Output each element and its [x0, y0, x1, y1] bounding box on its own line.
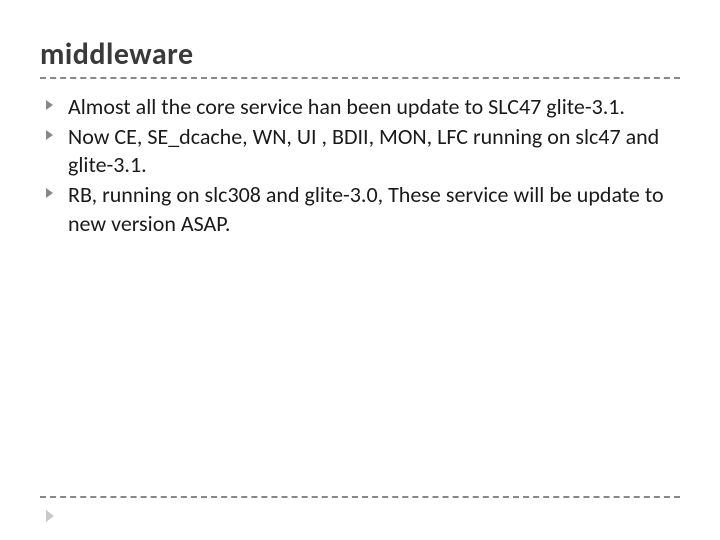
bullet-icon — [46, 188, 53, 198]
bullet-list: Almost all the core service han been upd… — [40, 93, 680, 238]
slide-title: middleware — [40, 36, 680, 73]
list-item: Almost all the core service han been upd… — [46, 93, 680, 121]
footer-divider — [40, 496, 680, 498]
bullet-text: RB, running on slc308 and glite-3.0, The… — [68, 181, 664, 236]
footer-bullet-icon — [46, 510, 54, 522]
list-item: RB, running on slc308 and glite-3.0, The… — [46, 181, 680, 237]
bullet-icon — [46, 100, 53, 110]
slide-container: middleware Almost all the core service h… — [0, 0, 720, 540]
bullet-text: Now CE, SE_dcache, WN, UI , BDII, MON, L… — [68, 123, 659, 178]
list-item: Now CE, SE_dcache, WN, UI , BDII, MON, L… — [46, 123, 680, 179]
title-divider — [40, 77, 680, 79]
bullet-icon — [46, 130, 53, 140]
bullet-text: Almost all the core service han been upd… — [68, 93, 625, 120]
